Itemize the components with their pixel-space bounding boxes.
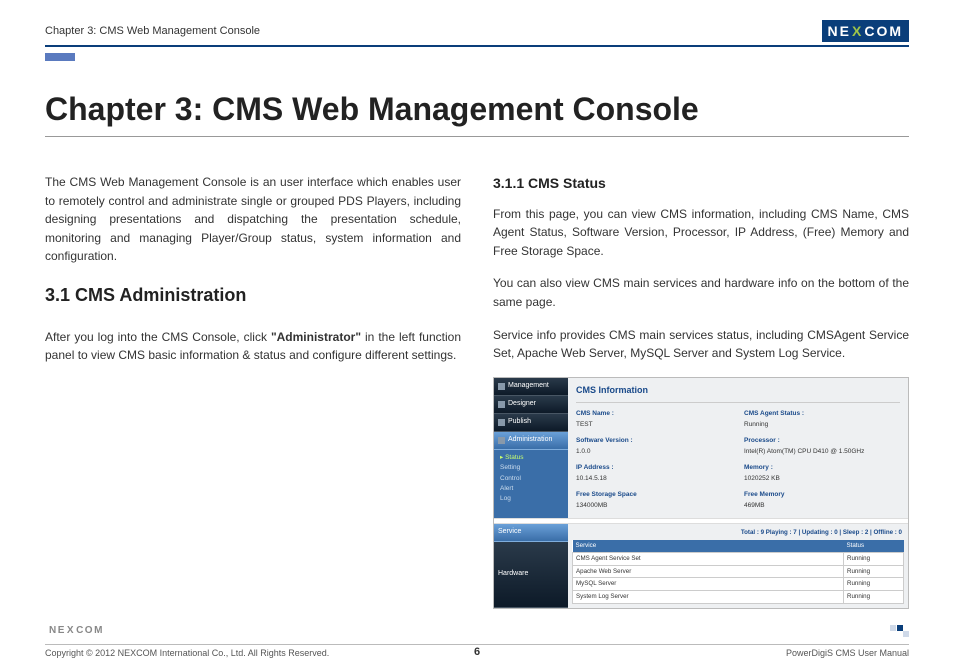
intro-paragraph: The CMS Web Management Console is an use… bbox=[45, 173, 461, 266]
sidebar-item-publish[interactable]: Publish bbox=[494, 414, 568, 432]
table-row: System Log ServerRunning bbox=[573, 590, 904, 603]
screenshot-body: CMS Information CMS Name :TEST CMS Agent… bbox=[568, 378, 908, 518]
logo-x: X bbox=[852, 23, 863, 39]
section-3-1-1-heading: 3.1.1 CMS Status bbox=[493, 173, 909, 195]
sidebar-submenu: ▸ Status Setting Control Alert Log bbox=[494, 450, 568, 518]
section-3-1-heading: 3.1 CMS Administration bbox=[45, 282, 461, 310]
table-row: CMS Agent Service SetRunning bbox=[573, 553, 904, 566]
accent-bar bbox=[45, 53, 75, 61]
table-row: Apache Web ServerRunning bbox=[573, 565, 904, 578]
status-p2: You can also view CMS main services and … bbox=[493, 274, 909, 311]
status-p3: Service info provides CMS main services … bbox=[493, 326, 909, 363]
administration-icon bbox=[498, 437, 505, 444]
table-row: MySQL ServerRunning bbox=[573, 578, 904, 591]
footer-deco-icon bbox=[890, 625, 909, 637]
admin-paragraph: After you log into the CMS Console, clic… bbox=[45, 328, 461, 365]
title-rule bbox=[45, 136, 909, 137]
management-icon bbox=[498, 383, 505, 390]
status-summary: Total : 9 Playing : 7 | Updating : 0 | S… bbox=[572, 526, 904, 541]
status-p1: From this page, you can view CMS informa… bbox=[493, 205, 909, 261]
screenshot-sidebar2: Service Hardware bbox=[494, 524, 568, 608]
manual-name: PowerDigiS CMS User Manual bbox=[786, 648, 909, 658]
side2-hardware[interactable]: Hardware bbox=[494, 542, 568, 608]
submenu-alert[interactable]: Alert bbox=[500, 484, 562, 494]
nexcom-logo: NEXCOM bbox=[822, 20, 909, 42]
submenu-log[interactable]: Log bbox=[500, 494, 562, 504]
cms-info-grid: CMS Name :TEST CMS Agent Status :Running… bbox=[576, 409, 900, 512]
breadcrumb: Chapter 3: CMS Web Management Console bbox=[45, 25, 260, 37]
submenu-status[interactable]: ▸ Status bbox=[500, 453, 562, 463]
right-column: 3.1.1 CMS Status From this page, you can… bbox=[493, 173, 909, 609]
page-number: 6 bbox=[474, 646, 480, 658]
footer-logo: NEXCOM bbox=[45, 623, 108, 638]
page-header: Chapter 3: CMS Web Management Console NE… bbox=[45, 20, 909, 47]
administrator-bold: "Administrator" bbox=[271, 330, 361, 344]
chapter-title: Chapter 3: CMS Web Management Console bbox=[45, 91, 909, 128]
left-column: The CMS Web Management Console is an use… bbox=[45, 173, 461, 609]
designer-icon bbox=[498, 401, 505, 408]
submenu-control[interactable]: Control bbox=[500, 474, 562, 484]
th-service: Service bbox=[573, 540, 844, 552]
sidebar-item-designer[interactable]: Designer bbox=[494, 396, 568, 414]
publish-icon bbox=[498, 419, 505, 426]
service-table: Service Status CMS Agent Service SetRunn… bbox=[572, 540, 904, 603]
side2-service[interactable]: Service bbox=[494, 524, 568, 542]
cms-info-title: CMS Information bbox=[576, 382, 900, 403]
logo-pre: NE bbox=[828, 23, 851, 39]
th-status: Status bbox=[844, 540, 904, 552]
copyright: Copyright © 2012 NEXCOM International Co… bbox=[45, 648, 329, 658]
cms-screenshot: Management Designer Publish Administrati… bbox=[493, 377, 909, 609]
logo-post: COM bbox=[864, 23, 903, 39]
sidebar-item-administration[interactable]: Administration bbox=[494, 432, 568, 450]
screenshot-sidebar: Management Designer Publish Administrati… bbox=[494, 378, 568, 518]
submenu-setting[interactable]: Setting bbox=[500, 463, 562, 473]
sidebar-item-management[interactable]: Management bbox=[494, 378, 568, 396]
